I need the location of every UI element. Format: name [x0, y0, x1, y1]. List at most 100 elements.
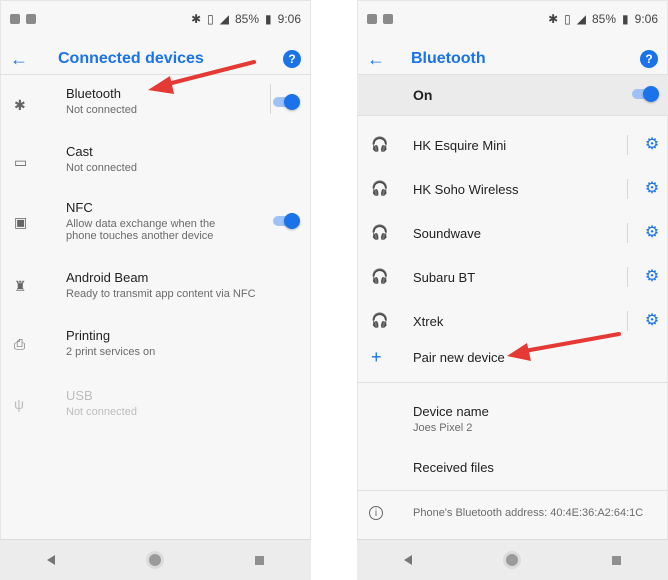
clock: 9:06 [634, 12, 658, 26]
vibrate-icon: ▯ [207, 12, 214, 26]
received-files-label: Received files [413, 460, 494, 475]
device-row[interactable]: 🎧 Soundwave ⚙ [357, 218, 668, 248]
list-item-subtitle: Not connected [66, 104, 137, 116]
page-title: Connected devices [58, 50, 204, 67]
bluetooth-address-row: i Phone's Bluetooth address: 40:4E:36:A2… [357, 500, 668, 526]
bluetooth-status-icon: ✱ [548, 12, 559, 26]
bluetooth-address: Phone's Bluetooth address: 40:4E:36:A2:6… [413, 507, 644, 519]
divider [627, 267, 628, 287]
list-item-bluetooth[interactable]: ✱ Bluetooth Not connected [0, 84, 311, 126]
back-arrow-icon[interactable]: ← [10, 49, 32, 70]
list-item-subtitle: 2 print services on [66, 346, 156, 358]
cast-icon: ▭ [14, 154, 28, 170]
list-item-subtitle: Allow data exchange when the phone touch… [66, 218, 216, 242]
pair-new-device-label: Pair new device [413, 350, 505, 365]
headphones-icon: 🎧 [371, 136, 389, 152]
nfc-icon: ▣ [14, 214, 28, 230]
divider [270, 84, 271, 114]
notification-icon [10, 14, 20, 24]
signal-icon: ◢ [219, 12, 229, 26]
list-item-subtitle: Ready to transmit app content via NFC [66, 288, 256, 300]
list-item-subtitle: Not connected [66, 406, 137, 418]
settings-gear-icon[interactable]: ⚙ [644, 181, 660, 197]
help-icon[interactable]: ? [283, 50, 301, 68]
android-icon: ♜ [14, 278, 27, 294]
nav-recents-icon[interactable] [255, 555, 264, 565]
list-item-cast[interactable]: ▭ Cast Not connected [0, 144, 311, 184]
device-name: Subaru BT [413, 270, 476, 285]
settings-gear-icon[interactable]: ⚙ [644, 269, 660, 285]
list-item-title: Android Beam [66, 270, 149, 285]
battery-text: 85% [235, 12, 260, 26]
device-row[interactable]: 🎧 HK Soho Wireless ⚙ [357, 174, 668, 204]
device-name-row[interactable]: Device name Joes Pixel 2 [357, 398, 668, 438]
device-row[interactable]: 🎧 Subaru BT ⚙ [357, 262, 668, 292]
usb-icon: ψ [14, 396, 24, 412]
image-icon [383, 14, 393, 24]
battery-icon: ▮ [622, 12, 629, 26]
device-name-title: Device name [413, 404, 489, 419]
divider [627, 179, 628, 199]
settings-gear-icon[interactable]: ⚙ [644, 137, 660, 153]
page-title: Bluetooth [411, 50, 486, 67]
navigation-bar [0, 539, 311, 580]
section-divider [357, 382, 668, 383]
device-name: HK Soho Wireless [413, 182, 519, 197]
vibrate-icon: ▯ [564, 12, 571, 26]
device-row[interactable]: 🎧 HK Esquire Mini ⚙ [357, 130, 668, 160]
notification-icon [367, 14, 377, 24]
info-icon: i [369, 506, 383, 520]
section-divider [357, 490, 668, 491]
image-icon [26, 14, 36, 24]
list-item-title: NFC [66, 200, 93, 215]
device-name: Xtrek [413, 314, 444, 329]
bluetooth-on-bar[interactable]: On [357, 74, 668, 116]
nav-back-icon[interactable] [47, 555, 55, 565]
device-row[interactable]: 🎧 Xtrek ⚙ [357, 306, 668, 336]
nav-back-icon[interactable] [404, 555, 412, 565]
bluetooth-toggle[interactable] [632, 86, 659, 102]
printer-icon: ⎙ [14, 336, 26, 352]
settings-gear-icon[interactable]: ⚙ [644, 225, 660, 241]
nav-recents-icon[interactable] [612, 555, 621, 565]
device-name: HK Esquire Mini [413, 138, 507, 153]
list-item-title: Bluetooth [66, 86, 121, 101]
nfc-toggle[interactable] [273, 213, 300, 229]
plus-icon: + [371, 347, 382, 367]
list-item-printing[interactable]: ⎙ Printing 2 print services on [0, 328, 311, 364]
divider [627, 223, 628, 243]
list-item-subtitle: Not connected [66, 162, 137, 174]
nav-home-icon[interactable] [149, 554, 161, 566]
help-icon[interactable]: ? [640, 50, 658, 68]
list-item-usb: ψ USB Not connected [0, 388, 311, 424]
received-files-row[interactable]: Received files [357, 452, 668, 482]
back-arrow-icon[interactable]: ← [367, 49, 389, 70]
on-label: On [413, 87, 433, 103]
device-name-value: Joes Pixel 2 [413, 422, 473, 434]
battery-icon: ▮ [265, 12, 272, 26]
bluetooth-screen: ✱ ▯ ◢ 85% ▮ 9:06 ← Bluetooth ? On 🎧 HK E… [357, 0, 668, 580]
headphones-icon: 🎧 [371, 224, 389, 240]
status-bar: ✱ ▯ ◢ 85% ▮ 9:06 [0, 0, 311, 38]
headphones-icon: 🎧 [371, 312, 389, 328]
list-item-android-beam[interactable]: ♜ Android Beam Ready to transmit app con… [0, 270, 311, 306]
list-item-title: Cast [66, 144, 93, 159]
divider [627, 135, 628, 155]
divider [627, 311, 628, 331]
headphones-icon: 🎧 [371, 268, 389, 284]
clock: 9:06 [277, 12, 301, 26]
bluetooth-status-icon: ✱ [191, 12, 202, 26]
battery-text: 85% [592, 12, 617, 26]
bluetooth-icon: ✱ [14, 97, 26, 113]
list-item-nfc[interactable]: ▣ NFC Allow data exchange when the phone… [0, 200, 311, 248]
device-name: Soundwave [413, 226, 481, 241]
toolbar-divider [0, 74, 311, 75]
connected-devices-screen: ✱ ▯ ◢ 85% ▮ 9:06 ← Connected devices ? ✱… [0, 0, 311, 580]
nav-home-icon[interactable] [506, 554, 518, 566]
headphones-icon: 🎧 [371, 180, 389, 196]
navigation-bar [357, 539, 668, 580]
pair-new-device-row[interactable]: + Pair new device [357, 344, 668, 374]
status-bar: ✱ ▯ ◢ 85% ▮ 9:06 [357, 0, 668, 38]
bluetooth-toggle[interactable] [273, 94, 300, 110]
settings-gear-icon[interactable]: ⚙ [644, 313, 660, 329]
